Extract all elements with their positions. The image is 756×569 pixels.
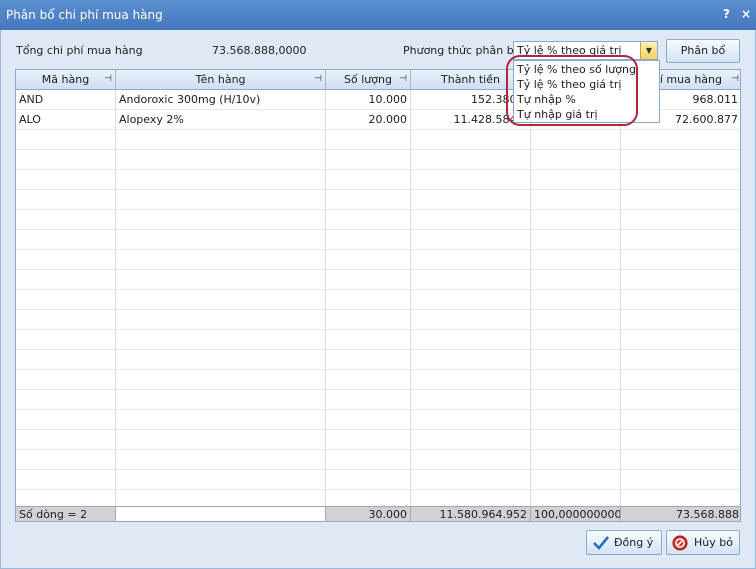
grid-footer: Số dòng = 2 30.000 11.580.964.952 100,00… [16,506,740,521]
allocation-method-dropdown: Tỷ lệ % theo số lượng Tỷ lệ % theo giá t… [513,60,660,123]
grid-line [16,169,740,170]
option-percent-by-value[interactable]: Tỷ lệ % theo giá trị [517,78,621,91]
grid-line [16,389,740,390]
pin-icon[interactable]: ⊣ [104,70,112,89]
total-cost-label: Tổng chi phí mua hàng [16,44,143,57]
close-button[interactable]: × [741,7,751,21]
total-qty: 30.000 [326,507,411,521]
items-grid: Mã hàng ⊣ Tên hàng ⊣ Số lượng ⊣ Thành tiền … [15,69,741,522]
total-ratio: 100,0000000000 [531,507,621,521]
cancel-button-label: Hủy bỏ [694,536,733,549]
pin-icon[interactable]: ⊣ [399,70,407,89]
grid-line [620,90,621,506]
cell-qty[interactable]: 10.000 [326,91,410,109]
pin-icon[interactable]: ⊣ [731,70,739,89]
column-header-name[interactable]: Tên hàng ⊣ [116,70,326,90]
grid-line [530,90,531,506]
grid-line [16,369,740,370]
cell-name[interactable]: Andoroxic 300mg (H/10v) [116,91,325,109]
cancel-icon [672,535,688,551]
help-button[interactable]: ? [723,7,730,21]
grid-line [16,489,740,490]
grid-line [16,209,740,210]
pin-icon[interactable]: ⊣ [314,70,322,89]
allocation-method-label: Phương thức phân bổ [403,44,521,57]
grid-line [16,129,740,130]
cell-code[interactable]: ALO [16,111,115,129]
grid-line [410,90,411,506]
allocation-method-select[interactable]: Tỷ lệ % theo giá trị ▼ [513,41,658,60]
total-amount: 11.580.964.952 [411,507,531,521]
allocation-method-value: Tỷ lệ % theo giá trị [517,44,622,57]
grid-line [115,90,116,506]
option-manual-percent[interactable]: Tự nhập % [517,93,576,106]
ok-button[interactable]: Đồng ý [586,530,662,555]
grid-line [16,249,740,250]
grid-line [16,469,740,470]
column-header-qty[interactable]: Số lượng ⊣ [326,70,411,90]
cell-qty[interactable]: 20.000 [326,111,410,129]
cell-code[interactable]: AND [16,91,115,109]
grid-line [16,229,740,230]
grid-line [16,189,740,190]
total-cost-value: 73.568.888,0000 [212,44,307,57]
grid-line [16,329,740,330]
option-percent-by-quantity[interactable]: Tỷ lệ % theo số lượng [517,63,636,76]
column-header-code[interactable]: Mã hàng ⊣ [16,70,116,90]
cell-name[interactable]: Alopexy 2% [116,111,325,129]
grid-line [16,429,740,430]
grid-line [16,309,740,310]
footer-name-empty [116,507,326,521]
grid-line [16,449,740,450]
grid-line [16,149,740,150]
ok-button-label: Đồng ý [614,536,654,549]
total-cost: 73.568.888 [676,508,739,521]
grid-line [16,289,740,290]
grid-line [16,409,740,410]
grid-line [16,349,740,350]
grid-line [325,90,326,506]
window-title: Phân bổ chi phí mua hàng [6,8,163,22]
cancel-button[interactable]: Hủy bỏ [666,530,740,555]
option-manual-value[interactable]: Tự nhập giá trị [517,108,598,121]
chevron-down-icon[interactable]: ▼ [640,42,657,59]
grid-line [16,269,740,270]
row-count: Số dòng = 2 [16,507,116,521]
allocate-button[interactable]: Phân bổ [666,39,740,63]
title-bar: Phân bổ chi phí mua hàng ? × [0,0,756,30]
check-icon [593,536,610,550]
